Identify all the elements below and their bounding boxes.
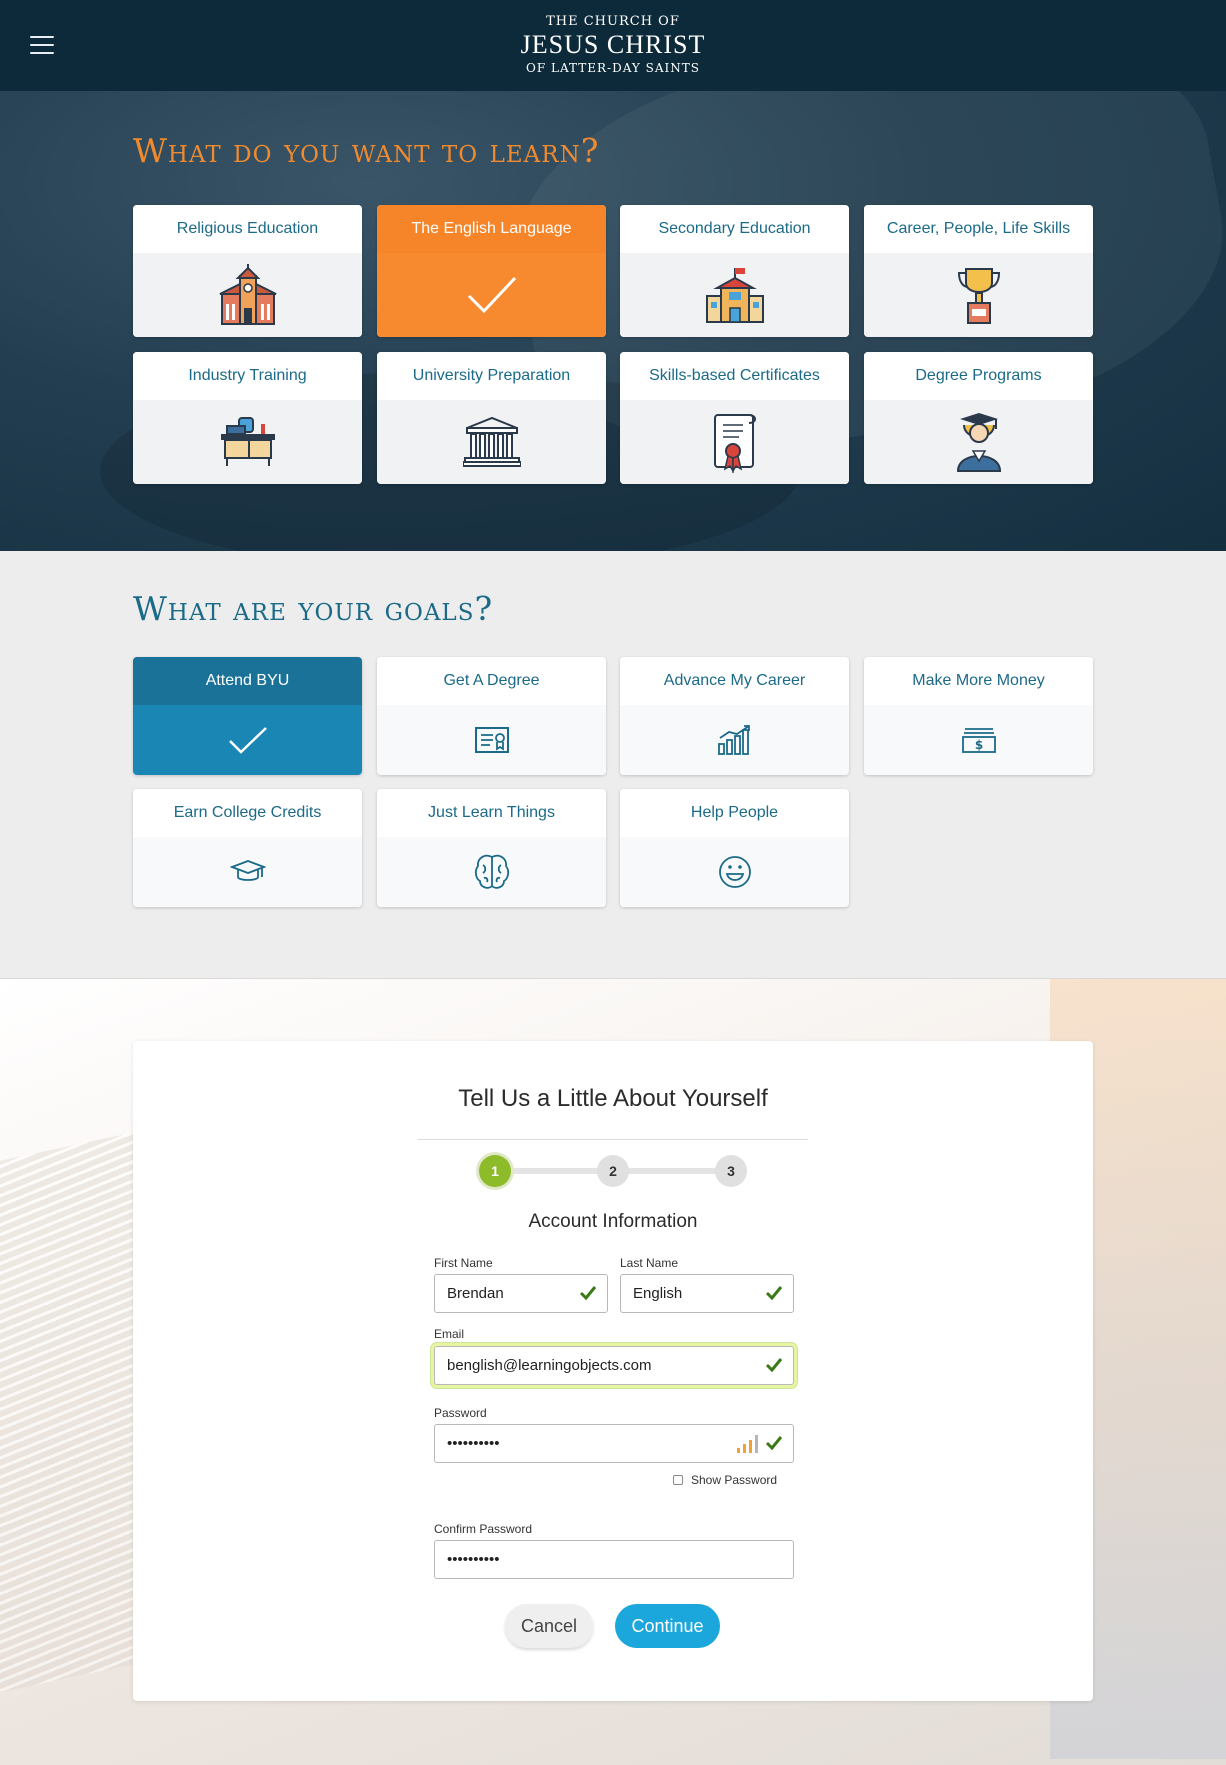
learn-option-skills-certificates[interactable]: Skills-based Certificates: [620, 352, 849, 484]
goal-option-label: Get A Degree: [377, 657, 606, 705]
logo-line-3: OF LATTER-DAY SAINTS: [526, 61, 700, 75]
certificate-icon: [713, 414, 756, 473]
learn-option-secondary-education[interactable]: Secondary Education: [620, 205, 849, 337]
first-name-value: Brendan: [447, 1285, 504, 1302]
section-pointer: [600, 966, 626, 979]
show-password-label: Show Password: [691, 1473, 778, 1487]
learn-option-label: Career, People, Life Skills: [864, 205, 1093, 253]
step-3[interactable]: 3: [715, 1155, 747, 1187]
graduate-icon: [956, 413, 1001, 472]
valid-check-icon: [765, 1286, 783, 1301]
logo-line-2: JESUS CHRIST: [520, 30, 706, 59]
goal-option-get-degree[interactable]: Get A Degree: [377, 657, 606, 775]
learn-option-label: Degree Programs: [864, 352, 1093, 400]
password-value: ••••••••••: [447, 1435, 500, 1452]
email-label: Email: [434, 1327, 465, 1341]
money-icon: $: [961, 728, 996, 753]
confirm-password-label: Confirm Password: [434, 1522, 533, 1536]
account-form-panel: Tell Us a Little About Yourself 1 2 3 Ac…: [133, 1041, 1093, 1701]
form-subtitle: Account Information: [528, 1211, 698, 1232]
goal-option-earn-college-credits[interactable]: Earn College Credits: [133, 789, 362, 907]
form-title: Tell Us a Little About Yourself: [458, 1085, 768, 1112]
goal-option-help-people[interactable]: Help People: [620, 789, 849, 907]
learn-section: What do you want to learn? Religious Edu…: [0, 91, 1226, 551]
logo-line-1: THE CHURCH OF: [546, 14, 680, 29]
mortarboard-icon: [229, 860, 266, 881]
password-strength-icon: [737, 1435, 759, 1453]
valid-check-icon: [765, 1436, 783, 1451]
smiley-icon: [718, 856, 751, 888]
learn-section-title: What do you want to learn?: [133, 131, 600, 170]
goal-option-label: Advance My Career: [620, 657, 849, 705]
goal-option-label: Make More Money: [864, 657, 1093, 705]
learn-option-english-language[interactable]: The English Language: [377, 205, 606, 337]
learn-option-label: Religious Education: [133, 205, 362, 253]
church-icon: [219, 264, 276, 325]
columns-building-icon: [462, 416, 521, 467]
church-logo[interactable]: THE CHURCH OF JESUS CHRIST OF LATTER-DAY…: [0, 14, 1226, 75]
svg-text:$: $: [974, 738, 982, 752]
goals-section-title: What are your goals?: [133, 589, 494, 628]
valid-check-icon: [765, 1358, 783, 1373]
check-icon: [467, 276, 516, 314]
step-2[interactable]: 2: [597, 1155, 629, 1187]
learn-option-university-preparation[interactable]: University Preparation: [377, 352, 606, 484]
email-field[interactable]: benglish@learningobjects.com: [431, 1343, 797, 1388]
progress-stepper: 1 2 3: [479, 1155, 747, 1187]
brain-icon: [474, 854, 509, 889]
desk-icon: [220, 417, 275, 466]
last-name-value: English: [633, 1285, 683, 1302]
learn-option-label: Secondary Education: [620, 205, 849, 253]
goals-section: What are your goals? Attend BYU Get A De…: [0, 551, 1226, 979]
goal-option-attend-byu[interactable]: Attend BYU: [133, 657, 362, 775]
valid-check-icon: [579, 1286, 597, 1301]
learn-option-label: University Preparation: [377, 352, 606, 400]
goal-option-label: Just Learn Things: [377, 789, 606, 837]
check-icon: [228, 727, 267, 754]
goal-option-label: Earn College Credits: [133, 789, 362, 837]
confirm-password-field[interactable]: ••••••••••: [434, 1540, 794, 1579]
learn-option-label: The English Language: [377, 205, 606, 253]
show-password-toggle[interactable]: Show Password: [673, 1473, 777, 1487]
goal-option-label: Attend BYU: [133, 657, 362, 705]
email-value: benglish@learningobjects.com: [447, 1357, 652, 1374]
last-name-field[interactable]: English: [620, 1274, 794, 1313]
goal-option-advance-career[interactable]: Advance My Career: [620, 657, 849, 775]
confirm-password-value: ••••••••••: [447, 1551, 500, 1568]
cancel-button[interactable]: Cancel: [505, 1604, 593, 1648]
goal-option-make-more-money[interactable]: Make More Money $: [864, 657, 1093, 775]
goal-option-just-learn-things[interactable]: Just Learn Things: [377, 789, 606, 907]
password-label: Password: [434, 1406, 487, 1420]
last-name-label: Last Name: [620, 1256, 679, 1270]
diploma-icon: [474, 727, 509, 753]
learn-option-degree-programs[interactable]: Degree Programs: [864, 352, 1093, 484]
signup-section: Tell Us a Little About Yourself 1 2 3 Ac…: [0, 979, 1226, 1765]
learn-option-label: Industry Training: [133, 352, 362, 400]
learn-option-religious-education[interactable]: Religious Education: [133, 205, 362, 337]
top-navigation-bar: THE CHURCH OF JESUS CHRIST OF LATTER-DAY…: [0, 0, 1226, 91]
learn-option-industry-training[interactable]: Industry Training: [133, 352, 362, 484]
password-field[interactable]: ••••••••••: [434, 1424, 794, 1463]
first-name-label: First Name: [434, 1256, 493, 1270]
trophy-icon: [957, 268, 1000, 324]
learn-option-label: Skills-based Certificates: [620, 352, 849, 400]
divider: [418, 1139, 808, 1140]
continue-button[interactable]: Continue: [615, 1604, 720, 1648]
learn-option-career-life-skills[interactable]: Career, People, Life Skills: [864, 205, 1093, 337]
growth-chart-icon: [717, 725, 750, 755]
school-icon: [705, 268, 764, 323]
first-name-field[interactable]: Brendan: [434, 1274, 608, 1313]
goal-option-label: Help People: [620, 789, 849, 837]
show-password-checkbox[interactable]: [673, 1475, 683, 1485]
step-1[interactable]: 1: [479, 1155, 511, 1187]
